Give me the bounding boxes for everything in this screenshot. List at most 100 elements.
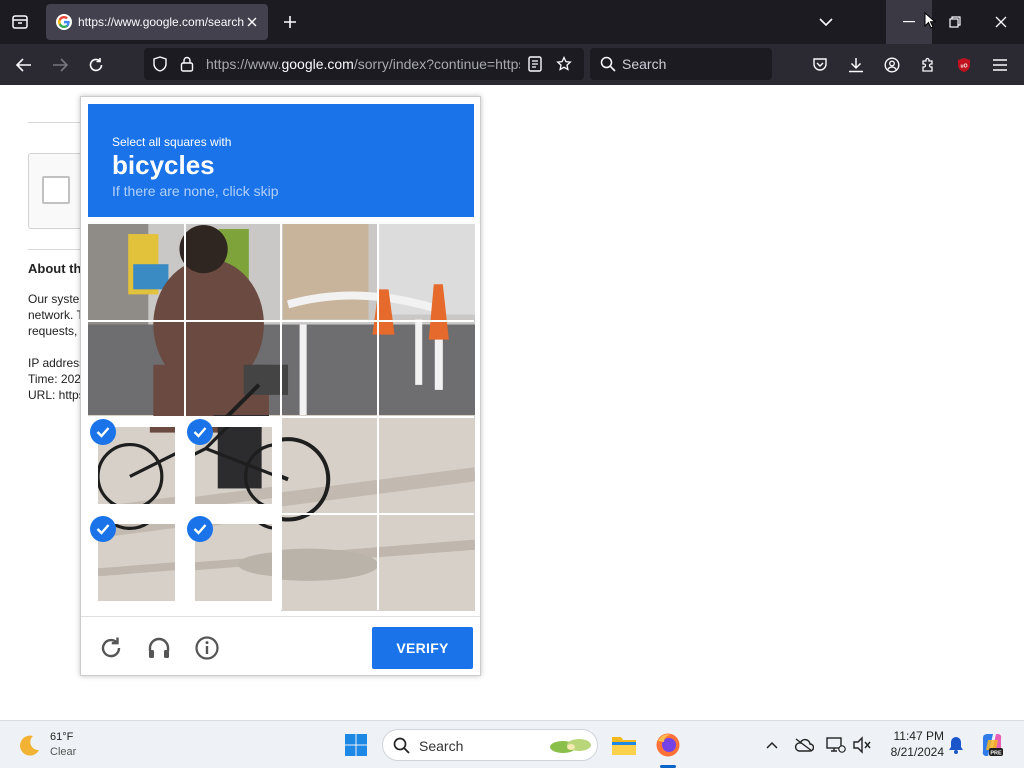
volume-tray-button[interactable] bbox=[850, 733, 874, 757]
checkmark-icon bbox=[186, 515, 213, 542]
tile-image bbox=[281, 224, 378, 321]
image-tile[interactable] bbox=[185, 514, 282, 611]
start-button[interactable] bbox=[340, 729, 372, 761]
cloud-offline-icon bbox=[794, 738, 814, 752]
tab-title: https://www.google.com/search?q= bbox=[78, 15, 244, 29]
skip-hint: If there are none, click skip bbox=[112, 183, 279, 199]
url-bar[interactable]: https://www.google.com/sorry/index?conti… bbox=[144, 48, 584, 80]
image-tile[interactable] bbox=[88, 321, 185, 418]
account-button[interactable] bbox=[878, 51, 906, 79]
forward-button[interactable] bbox=[46, 51, 74, 79]
restore-icon bbox=[949, 16, 961, 28]
image-tile[interactable] bbox=[281, 321, 378, 418]
search-placeholder: Search bbox=[622, 56, 667, 72]
taskbar-search-placeholder: Search bbox=[419, 738, 464, 754]
taskbar-search-box[interactable]: Search bbox=[382, 729, 598, 761]
shield-icon[interactable] bbox=[152, 56, 168, 77]
recaptcha-checkbox[interactable] bbox=[42, 176, 70, 204]
divider bbox=[28, 249, 88, 250]
image-tile[interactable] bbox=[185, 321, 282, 418]
bookmark-star-icon[interactable] bbox=[556, 55, 572, 77]
about-heading: About this page bbox=[28, 261, 80, 276]
firefox-taskbar-button[interactable] bbox=[650, 727, 686, 763]
help-info-button[interactable] bbox=[191, 632, 223, 664]
svg-text:uO: uO bbox=[961, 64, 968, 70]
image-tile[interactable] bbox=[378, 417, 475, 514]
taskbar-clock[interactable]: 11:47 PM 8/21/2024 bbox=[880, 728, 944, 760]
browser-tab-active[interactable]: https://www.google.com/search?q= bbox=[46, 4, 268, 40]
pocket-button[interactable] bbox=[806, 51, 834, 79]
tile-image bbox=[88, 321, 185, 418]
notifications-button[interactable] bbox=[944, 733, 968, 757]
chevron-up-icon bbox=[766, 741, 778, 749]
target-object-label: bicycles bbox=[112, 150, 215, 180]
reload-button[interactable] bbox=[82, 51, 110, 79]
image-tile[interactable] bbox=[378, 514, 475, 611]
tile-image bbox=[281, 321, 378, 418]
onedrive-tray-button[interactable] bbox=[792, 733, 816, 757]
grid-divider bbox=[88, 512, 474, 515]
checkmark-icon bbox=[186, 419, 213, 445]
tab-close-icon[interactable] bbox=[244, 14, 260, 30]
image-tile[interactable] bbox=[378, 224, 475, 321]
list-all-tabs-button[interactable] bbox=[814, 10, 838, 34]
about-paragraph-line-1: Our systems have detected unusual traffi… bbox=[28, 292, 80, 306]
network-tray-button[interactable] bbox=[824, 733, 848, 757]
window-close-button[interactable] bbox=[978, 0, 1024, 44]
challenge-header: Select all squares with bicycles If ther… bbox=[88, 104, 474, 217]
image-tile[interactable] bbox=[281, 224, 378, 321]
image-tile[interactable] bbox=[281, 417, 378, 514]
new-tab-button[interactable] bbox=[278, 10, 302, 34]
extensions-button[interactable] bbox=[914, 51, 942, 79]
firefox-icon bbox=[656, 733, 680, 757]
image-tile[interactable] bbox=[88, 417, 185, 514]
window-restore-button[interactable] bbox=[932, 0, 978, 44]
reader-view-icon[interactable] bbox=[528, 56, 542, 77]
recaptcha-challenge-dialog: Select all squares with bicycles If ther… bbox=[80, 96, 481, 676]
puzzle-icon bbox=[922, 57, 933, 72]
arrow-right-icon bbox=[53, 58, 68, 72]
checkmark-icon bbox=[90, 419, 116, 445]
recaptcha-checkbox-widget[interactable] bbox=[28, 153, 88, 229]
firefox-view-icon bbox=[12, 15, 28, 29]
windows-taskbar: 61°F Clear Search 11:47 PM 8/21/2024 PRE bbox=[0, 720, 1024, 768]
url-text[interactable]: https://www.google.com/sorry/index?conti… bbox=[206, 56, 520, 72]
image-tile-grid bbox=[88, 224, 474, 610]
download-icon bbox=[849, 58, 863, 73]
footer-divider bbox=[81, 616, 480, 617]
image-tile[interactable] bbox=[281, 514, 378, 611]
verify-button[interactable]: VERIFY bbox=[372, 627, 473, 669]
chevron-down-icon bbox=[819, 18, 833, 27]
clock-time: 11:47 PM bbox=[893, 729, 944, 743]
arrow-left-icon bbox=[16, 58, 31, 72]
image-tile[interactable] bbox=[185, 224, 282, 321]
file-explorer-taskbar-button[interactable] bbox=[606, 727, 642, 763]
plus-icon bbox=[284, 16, 296, 28]
back-button[interactable] bbox=[10, 51, 38, 79]
image-tile[interactable] bbox=[88, 514, 185, 611]
info-url: URL: https://www.google.com/search bbox=[28, 388, 80, 402]
ublock-origin-button[interactable]: uO bbox=[950, 51, 978, 79]
image-tile[interactable] bbox=[88, 224, 185, 321]
audio-challenge-button[interactable] bbox=[143, 632, 175, 664]
tile-image bbox=[378, 417, 475, 514]
window-minimize-button[interactable] bbox=[886, 0, 936, 44]
svg-text:PRE: PRE bbox=[990, 750, 1002, 756]
weather-widget[interactable]: 61°F Clear bbox=[16, 729, 96, 761]
instruction-text: Select all squares with bbox=[112, 135, 232, 149]
downloads-button[interactable] bbox=[842, 51, 870, 79]
firefox-view-button[interactable] bbox=[6, 8, 34, 36]
browser-search-bar[interactable]: Search bbox=[590, 48, 772, 80]
google-favicon-icon bbox=[56, 14, 72, 30]
lock-icon[interactable] bbox=[180, 56, 194, 77]
app-menu-button[interactable] bbox=[986, 51, 1014, 79]
search-icon bbox=[393, 737, 410, 759]
about-paragraph-line-3: requests, and not a robot. bbox=[28, 324, 80, 338]
reload-challenge-button[interactable] bbox=[95, 632, 127, 664]
show-hidden-icons-button[interactable] bbox=[760, 733, 784, 757]
tile-image bbox=[378, 224, 475, 321]
image-tile[interactable] bbox=[185, 417, 282, 514]
grid-divider bbox=[88, 416, 474, 418]
copilot-button[interactable]: PRE bbox=[978, 731, 1006, 759]
image-tile[interactable] bbox=[378, 321, 475, 418]
